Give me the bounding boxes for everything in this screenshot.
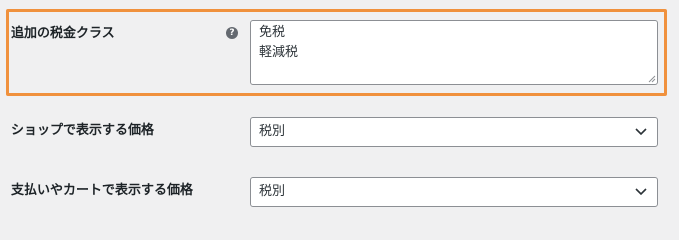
question-circle-icon[interactable]: ? — [226, 27, 238, 39]
chevron-down-icon — [635, 128, 647, 136]
additional-tax-classes-row: 追加の税金クラス ? 免税 軽減税 — [0, 0, 679, 100]
shop-display-price-row: ショップで表示する価格 税別 — [0, 100, 679, 160]
cart-display-price-row: 支払いやカートで表示する価格 税別 — [0, 160, 679, 225]
shop-display-price-label: ショップで表示する価格 — [11, 123, 155, 138]
shop-display-price-select[interactable]: 税別 — [250, 117, 658, 147]
cart-display-price-value: 税別 — [259, 184, 286, 199]
chevron-down-icon — [635, 188, 647, 196]
shop-display-price-value: 税別 — [259, 124, 286, 139]
cart-display-price-label: 支払いやカートで表示する価格 — [11, 183, 194, 198]
additional-tax-classes-textarea[interactable]: 免税 軽減税 — [250, 20, 658, 85]
cart-display-price-select[interactable]: 税別 — [250, 177, 658, 207]
resize-grip-icon[interactable] — [648, 75, 656, 83]
additional-tax-classes-label: 追加の税金クラス — [11, 26, 115, 41]
